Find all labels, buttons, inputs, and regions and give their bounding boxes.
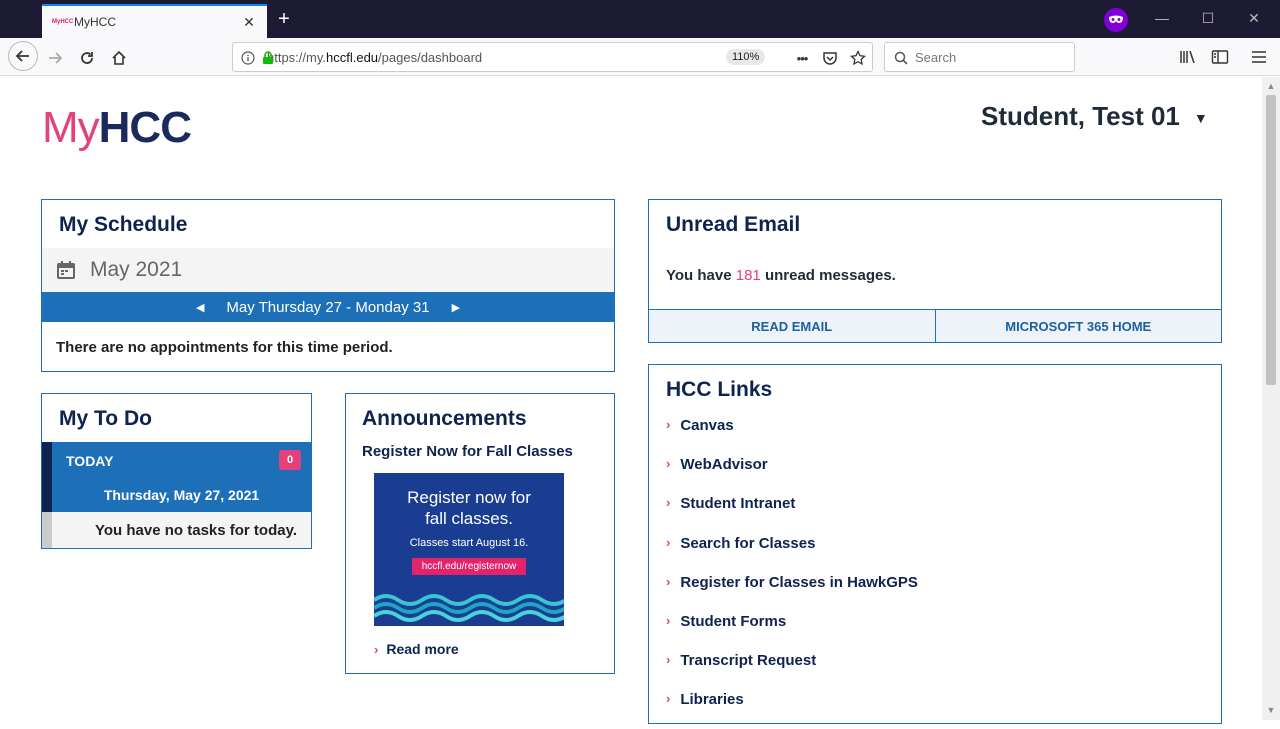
my-todo-card: My To Do TODAY 0 Thursday, May 27, 2021 … bbox=[41, 393, 312, 549]
schedule-empty-message: There are no appointments for this time … bbox=[56, 339, 393, 356]
schedule-range-bar: ◀ May Thursday 27 - Monday 31 ▶ bbox=[42, 292, 614, 322]
calendar-icon bbox=[57, 261, 75, 279]
tab-myhcc[interactable]: MyHCC MyHCC ✕ bbox=[42, 4, 267, 38]
search-placeholder: Search bbox=[915, 49, 957, 65]
links-title: HCC Links bbox=[666, 378, 773, 401]
link-webadvisor[interactable]: › WebAdvisor bbox=[666, 454, 918, 493]
link-student-forms[interactable]: › Student Forms bbox=[666, 611, 918, 650]
zoom-indicator[interactable]: 110% bbox=[726, 49, 766, 65]
home-icon bbox=[112, 50, 126, 65]
schedule-title: My Schedule bbox=[59, 213, 188, 236]
info-icon[interactable] bbox=[239, 49, 257, 67]
todo-count-badge: 0 bbox=[279, 450, 301, 470]
hamburger-menu-icon[interactable] bbox=[1248, 46, 1270, 68]
scroll-up-icon[interactable]: ▲ bbox=[1266, 81, 1276, 91]
library-icon[interactable] bbox=[1177, 46, 1199, 68]
hcc-links-card: HCC Links › Canvas › WebAdvisor › Student I… bbox=[648, 364, 1222, 724]
forward-arrow-icon bbox=[49, 52, 63, 64]
chevron-right-icon: › bbox=[666, 495, 671, 511]
sidebar-icon[interactable] bbox=[1209, 46, 1231, 68]
private-browsing-icon bbox=[1104, 8, 1128, 32]
url-bar[interactable]: https://my.hccfl.edu/pages/dashboard 110… bbox=[232, 42, 873, 72]
links-list: › Canvas › WebAdvisor › Student Intranet › S… bbox=[666, 415, 918, 729]
register-promo-image[interactable]: Register now for fall classes. Classes st… bbox=[374, 473, 564, 626]
chevron-right-icon: › bbox=[666, 417, 671, 432]
chevron-right-icon: › bbox=[666, 456, 671, 472]
user-name: Student, Test 01 bbox=[981, 101, 1180, 131]
promo-line-2: fall classes. bbox=[425, 509, 513, 528]
todo-empty-row: You have no tasks for today. bbox=[42, 512, 311, 548]
reload-icon bbox=[81, 52, 93, 64]
scrollbar-thumb[interactable] bbox=[1266, 95, 1276, 385]
todo-date: Thursday, May 27, 2021 bbox=[103, 487, 260, 503]
browser-search-input[interactable]: Search bbox=[884, 42, 1075, 72]
forward-button[interactable] bbox=[41, 44, 69, 72]
minimize-icon[interactable]: — bbox=[1152, 8, 1172, 28]
browser-titlebar: MyHCC MyHCC ✕ + — ☐ ✕ bbox=[0, 0, 1280, 38]
url-text[interactable]: https://my.hccfl.edu/pages/dashboard bbox=[267, 50, 482, 65]
user-menu[interactable]: Student, Test 01 ▼ bbox=[981, 101, 1208, 132]
reload-button[interactable] bbox=[73, 44, 101, 72]
promo-url: hccfl.edu/registernow bbox=[411, 558, 527, 575]
chevron-right-icon: › bbox=[666, 652, 671, 668]
browser-navbar: https://my.hccfl.edu/pages/dashboard 110… bbox=[0, 38, 1280, 76]
prev-week-icon[interactable]: ◀ bbox=[196, 301, 204, 314]
back-button[interactable] bbox=[8, 41, 38, 71]
link-canvas[interactable]: › Canvas bbox=[666, 415, 918, 454]
search-icon bbox=[894, 51, 908, 65]
page-scrollbar[interactable]: ▲ ▼ bbox=[1262, 77, 1280, 720]
close-window-icon[interactable]: ✕ bbox=[1244, 8, 1264, 28]
myhcc-logo[interactable]: MyHCC bbox=[42, 103, 192, 153]
read-more-link[interactable]: › Read more bbox=[374, 641, 459, 657]
microsoft-365-home-button[interactable]: MICROSOFT 365 HOME bbox=[934, 310, 1221, 342]
link-register-hawkgps[interactable]: › Register for Classes in HawkGPS bbox=[666, 572, 918, 611]
scroll-down-icon[interactable]: ▼ bbox=[1266, 705, 1276, 715]
schedule-month: May 2021 bbox=[90, 258, 183, 281]
link-search-for-classes[interactable]: › Search for Classes bbox=[666, 533, 918, 572]
pocket-icon[interactable] bbox=[821, 49, 839, 67]
schedule-range: May Thursday 27 - Monday 31 bbox=[226, 298, 430, 316]
favicon-icon: MyHCC bbox=[52, 19, 74, 25]
link-transcript-request[interactable]: › Transcript Request bbox=[666, 650, 918, 689]
page-actions-icon[interactable]: ••• bbox=[793, 49, 811, 67]
back-arrow-icon bbox=[15, 50, 29, 62]
link-libraries[interactable]: › Libraries bbox=[666, 689, 918, 728]
new-tab-button[interactable]: + bbox=[272, 6, 296, 32]
announcements-title: Announcements bbox=[362, 407, 527, 430]
tab-title: MyHCC bbox=[74, 15, 116, 29]
chevron-right-icon: › bbox=[666, 534, 671, 550]
todo-title: My To Do bbox=[59, 407, 152, 430]
lock-icon[interactable] bbox=[259, 49, 277, 67]
email-title: Unread Email bbox=[666, 213, 801, 236]
unread-email-card: Unread Email You have 181 unread message… bbox=[648, 199, 1222, 343]
chevron-right-icon: › bbox=[666, 691, 671, 707]
chevron-right-icon: › bbox=[374, 641, 379, 657]
unread-message-text: You have 181 unread messages. bbox=[666, 267, 896, 284]
dashboard-page: MyHCC Student, Test 01 ▼ My Schedule May… bbox=[0, 77, 1262, 724]
promo-line-1: Register now for bbox=[407, 488, 531, 507]
maximize-icon[interactable]: ☐ bbox=[1198, 8, 1218, 28]
read-email-button[interactable]: READ EMAIL bbox=[649, 310, 935, 342]
todo-empty-message: You have no tasks for today. bbox=[95, 522, 297, 539]
bookmark-star-icon[interactable] bbox=[849, 49, 867, 67]
unread-count: 181 bbox=[735, 267, 761, 284]
caret-down-icon: ▼ bbox=[1193, 109, 1208, 126]
announcement-headline[interactable]: Register Now for Fall Classes bbox=[362, 443, 573, 460]
tab-close-icon[interactable]: ✕ bbox=[241, 14, 257, 31]
next-week-icon[interactable]: ▶ bbox=[452, 301, 460, 314]
chevron-right-icon: › bbox=[666, 612, 671, 628]
wave-decoration bbox=[374, 594, 564, 622]
chevron-right-icon: › bbox=[666, 573, 671, 589]
announcements-card: Announcements Register Now for Fall Clas… bbox=[345, 393, 615, 674]
link-student-intranet[interactable]: › Student Intranet bbox=[666, 493, 918, 532]
my-schedule-card: My Schedule May 2021 ◀ May Thursday 27 -… bbox=[41, 199, 615, 372]
todo-today-label: TODAY bbox=[66, 453, 114, 469]
schedule-month-bar: May 2021 bbox=[42, 248, 614, 292]
home-button[interactable] bbox=[105, 44, 133, 72]
promo-subtitle: Classes start August 16. bbox=[409, 537, 529, 549]
todo-today-bar: TODAY 0 Thursday, May 27, 2021 bbox=[42, 442, 311, 512]
